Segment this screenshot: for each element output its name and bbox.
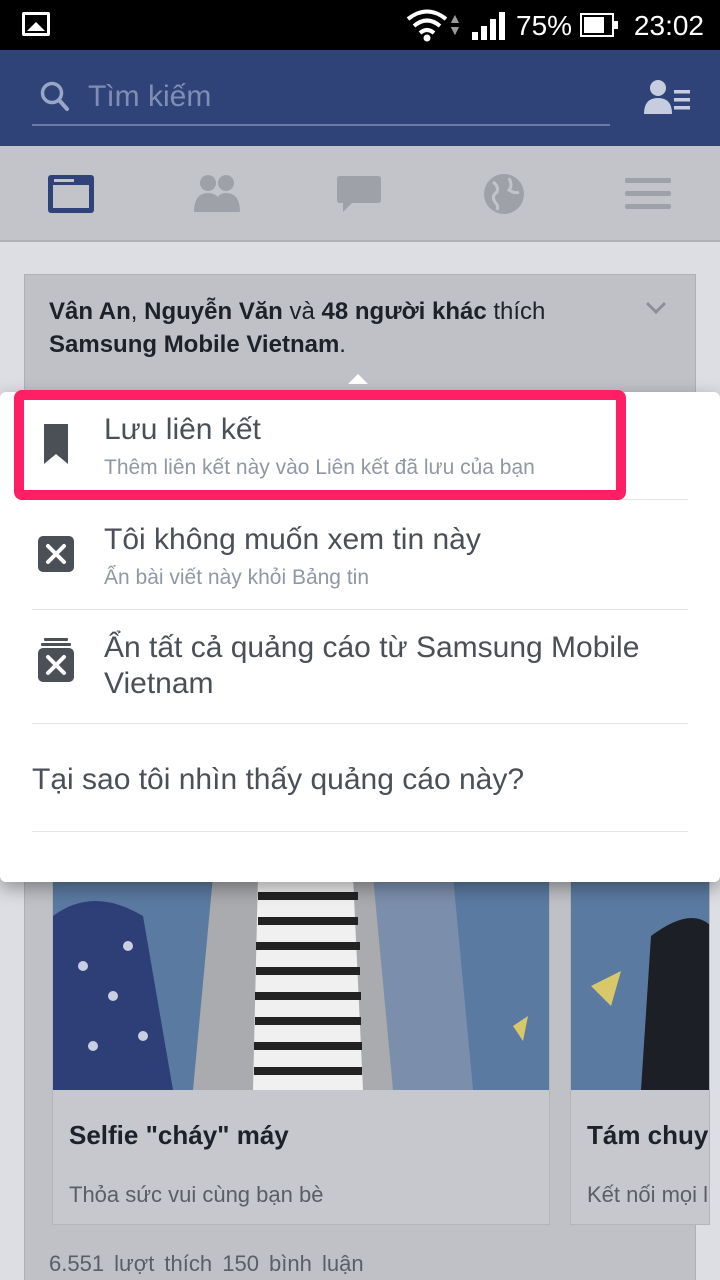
tab-bar [0,146,720,242]
highlight-box [14,390,626,500]
menu-item-subtitle: Ẩn bài viết này khỏi Bảng tin [104,566,370,589]
messages-icon[interactable] [334,172,384,216]
why-this-ad-menu-item[interactable]: Tại sao tôi nhìn thấy quảng cáo này? [32,724,688,832]
ad-image [53,876,549,1090]
social-context: Vân An, Nguyễn Văn và 48 người khác thíc… [49,295,649,361]
others-count[interactable]: 48 người khác [322,298,487,325]
globe-icon[interactable] [479,172,529,216]
engagement-stats[interactable]: 6.551 lượt thích 150 bình luận [49,1251,364,1277]
close-box-icon [38,536,74,572]
status-bar: ▲ ▼ 75% 23:02 [0,0,720,50]
ad-title: Tám chuyệ [587,1120,710,1150]
search-input[interactable]: Tìm kiếm [32,74,610,126]
data-activity-icon: ▲ ▼ [448,10,462,38]
popup-caret [348,374,368,384]
menu-icon[interactable] [623,172,673,216]
hide-post-menu-item[interactable]: Tôi không muốn xem tin này Ẩn bài viết n… [32,500,688,610]
friends-icon[interactable] [192,172,242,216]
signal-icon [472,12,506,40]
ad-subtitle: Kết nối mọi l [587,1182,709,1207]
hide-all-ads-menu-item[interactable]: Ẩn tất cả quảng cáo từ Samsung Mobile Vi… [32,610,688,724]
search-placeholder: Tìm kiếm [88,80,212,113]
menu-item-title: Tôi không muốn xem tin này [104,523,481,556]
page-name[interactable]: Samsung Mobile Vietnam [49,331,339,358]
friend-name[interactable]: Nguyễn Văn [144,298,283,325]
hide-ads-icon [38,638,74,682]
wifi-icon [406,9,448,42]
clock: 23:02 [633,10,704,41]
menu-item-title: Ẩn tất cả quảng cáo từ Samsung Mobile Vi… [104,631,640,700]
separator: , [130,298,145,325]
liked-text: thích [486,298,546,325]
menu-item-title: Tại sao tôi nhìn thấy quảng cáo này? [32,763,525,796]
ad-title: Selfie "cháy" máy [69,1120,289,1150]
battery-icon [580,13,618,37]
ad-carousel-item[interactable]: Selfie "cháy" máy Thỏa sức vui cùng bạn … [52,875,550,1225]
chevron-down-icon[interactable] [645,301,667,315]
ad-image [571,876,709,1090]
friend-name[interactable]: Vân An [49,298,131,325]
period: . [339,331,346,358]
top-bar: Tìm kiếm [0,50,720,146]
ad-subtitle: Thỏa sức vui cùng bạn bè [69,1182,324,1207]
ad-carousel-item[interactable]: Tám chuyệ Kết nối mọi l [570,875,710,1225]
conjunction: và [282,298,322,325]
gallery-icon [22,12,50,36]
news-feed-icon[interactable] [46,172,96,216]
search-icon [40,81,69,111]
battery-percent: 75% [516,10,573,41]
friend-requests-icon[interactable] [644,78,690,118]
